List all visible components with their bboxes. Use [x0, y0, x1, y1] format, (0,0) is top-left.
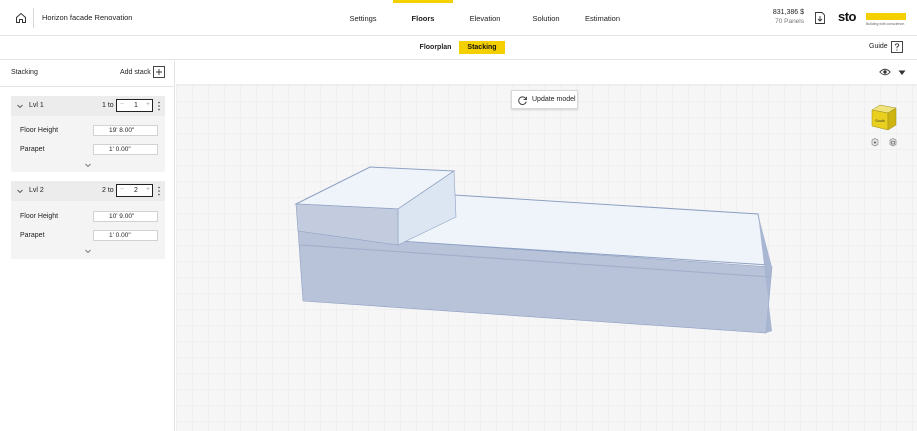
building-scene[interactable]: [176, 85, 917, 431]
tab-settings[interactable]: Settings: [333, 0, 393, 36]
floor-height-input[interactable]: 10' 9.00": [93, 211, 158, 222]
header-divider: [33, 8, 34, 28]
help-icon[interactable]: [891, 41, 903, 53]
stacking-panel: Stacking Add stack Lvl 1 1 to − 1 + Floo…: [0, 61, 175, 431]
navcube-face-label: South: [875, 119, 884, 123]
viewport-toolbar: [176, 61, 917, 85]
level-to-label: 2 to: [102, 187, 114, 194]
update-model-button[interactable]: Update model: [511, 90, 578, 109]
expand-chevron-icon[interactable]: [84, 247, 92, 255]
home-icon[interactable]: [14, 11, 28, 25]
refresh-icon: [517, 95, 528, 106]
3d-viewport[interactable]: Update model South: [176, 61, 917, 431]
fit-view-icon[interactable]: [888, 137, 898, 147]
panel-count: 70 Panels: [775, 18, 804, 25]
decrement-button[interactable]: −: [120, 101, 124, 108]
level-name: Lvl 1: [29, 102, 44, 109]
parapet-input[interactable]: 1' 0.00": [93, 230, 158, 241]
caret-down-icon[interactable]: [898, 69, 906, 75]
cost-summary: 831,386 $ 70 Panels: [760, 8, 804, 26]
eye-icon[interactable]: [879, 67, 891, 77]
stack-card-lvl-2: Lvl 2 2 to − 2 + Floor Height 10' 9.00" …: [11, 181, 165, 259]
expand-chevron-icon[interactable]: [84, 161, 92, 169]
export-icon[interactable]: [814, 11, 826, 25]
floor-height-input[interactable]: 19' 8.00": [93, 125, 158, 136]
floor-height-label: Floor Height: [20, 127, 59, 134]
logo-yellow-bar: [866, 13, 906, 20]
floor-height-label: Floor Height: [20, 213, 59, 220]
stack-card-lvl-1: Lvl 1 1 to − 1 + Floor Height 19' 8.00" …: [11, 96, 165, 172]
guide-label[interactable]: Guide: [869, 43, 888, 50]
add-stack-button[interactable]: [153, 66, 165, 78]
tab-estimation[interactable]: Estimation: [575, 0, 671, 36]
tab-elevation[interactable]: Elevation: [453, 0, 517, 36]
collapse-chevron-icon[interactable]: [16, 102, 24, 110]
parapet-label: Parapet: [20, 146, 45, 153]
add-stack-label[interactable]: Add stack: [120, 69, 151, 76]
panel-title: Stacking: [11, 69, 38, 76]
stepper-value[interactable]: 2: [132, 187, 140, 194]
level-name: Lvl 2: [29, 187, 44, 194]
top-header: Horizon facade Renovation Settings Floor…: [0, 0, 917, 36]
level-to-label: 1 to: [102, 102, 114, 109]
tab-solution[interactable]: Solution: [517, 0, 575, 36]
sto-logo: sto Building with conscience.: [838, 9, 908, 32]
parapet-input[interactable]: 1' 0.00": [93, 144, 158, 155]
increment-button[interactable]: +: [146, 101, 150, 108]
main-nav-tabs: Settings Floors Elevation Solution Estim…: [333, 0, 671, 36]
more-options-icon[interactable]: [157, 100, 161, 112]
update-model-label: Update model: [532, 96, 576, 103]
parapet-label: Parapet: [20, 232, 45, 239]
navigation-cube[interactable]: South: [868, 102, 898, 132]
stepper-value[interactable]: 1: [132, 102, 140, 109]
stack-header: Lvl 1 1 to − 1 +: [11, 96, 165, 116]
stack-header: Lvl 2 2 to − 2 +: [11, 181, 165, 201]
increment-button[interactable]: +: [146, 186, 150, 193]
collapse-chevron-icon[interactable]: [16, 187, 24, 195]
level-count-stepper[interactable]: − 1 +: [116, 99, 153, 112]
decrement-button[interactable]: −: [120, 186, 124, 193]
tab-floors[interactable]: Floors: [393, 0, 453, 36]
logo-wordmark: sto: [838, 9, 857, 24]
logo-tagline: Building with conscience.: [866, 22, 906, 26]
subtab-stacking[interactable]: Stacking: [459, 41, 505, 54]
sub-header: Floorplan Stacking Guide: [0, 37, 917, 60]
stacking-panel-header: Stacking Add stack: [0, 61, 175, 87]
cost-value: 831,386 $: [772, 9, 804, 16]
level-count-stepper[interactable]: − 2 +: [116, 184, 153, 197]
more-options-icon[interactable]: [157, 185, 161, 197]
home-view-icon[interactable]: [870, 137, 880, 147]
project-title: Horizon facade Renovation: [42, 13, 133, 22]
subtab-floorplan[interactable]: Floorplan: [413, 41, 458, 54]
